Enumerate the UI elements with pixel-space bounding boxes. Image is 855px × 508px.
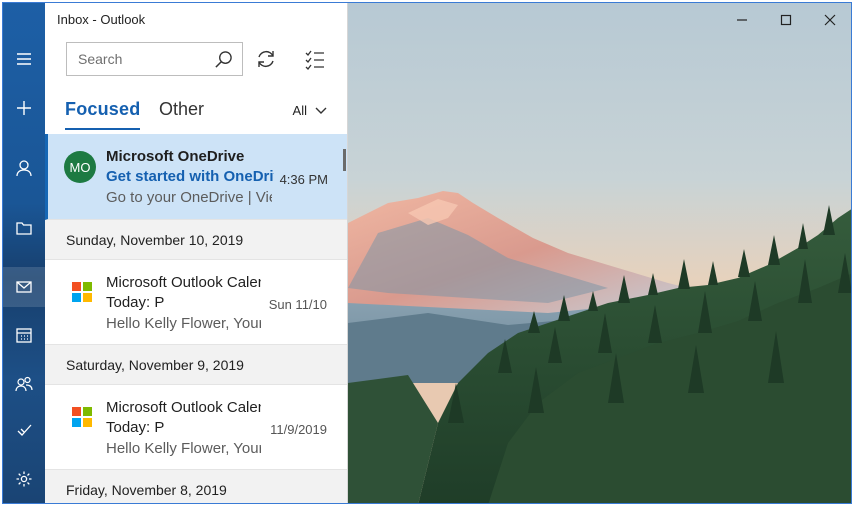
message-time: 4:36 PM bbox=[279, 172, 328, 187]
message-sender: Microsoft Outlook Calendar bbox=[106, 274, 261, 291]
filter-dropdown[interactable]: All bbox=[293, 103, 327, 118]
menu-icon bbox=[17, 53, 31, 65]
new-mail-button[interactable] bbox=[3, 88, 45, 128]
list-item[interactable]: MO Microsoft OneDrive Get started with O… bbox=[45, 134, 347, 220]
tab-focused[interactable]: Focused bbox=[65, 99, 141, 130]
search-icon[interactable] bbox=[214, 50, 233, 69]
message-preview: Go to your OneDrive | View online bbox=[106, 189, 272, 206]
select-mode-icon[interactable] bbox=[304, 48, 326, 70]
message-subject: Today: P bbox=[106, 294, 165, 311]
sync-icon[interactable] bbox=[255, 48, 277, 70]
navigation-rail bbox=[3, 3, 45, 503]
message-list-pane: Inbox - Outlook Focused Other All MO Mic… bbox=[45, 3, 348, 503]
microsoft-logo-icon bbox=[72, 407, 92, 427]
list-item[interactable]: Microsoft Outlook Calendar Today: P 11/9… bbox=[45, 385, 347, 470]
reading-pane bbox=[348, 3, 851, 503]
search-input[interactable] bbox=[67, 43, 207, 75]
people-icon bbox=[15, 376, 33, 392]
account-button[interactable] bbox=[3, 148, 45, 188]
date-group-header: Friday, November 8, 2019 bbox=[45, 470, 347, 503]
close-button[interactable] bbox=[815, 11, 845, 29]
mountain-landscape-image bbox=[348, 3, 851, 503]
search-box[interactable] bbox=[66, 42, 243, 76]
filter-label: All bbox=[292, 103, 307, 118]
date-group-header: Sunday, November 10, 2019 bbox=[45, 220, 347, 260]
maximize-button[interactable] bbox=[771, 11, 801, 29]
mail-icon bbox=[16, 281, 32, 293]
message-time: 11/9/2019 bbox=[270, 422, 327, 437]
avatar: MO bbox=[64, 151, 96, 183]
person-icon bbox=[16, 160, 32, 177]
close-icon bbox=[824, 14, 836, 26]
menu-button[interactable] bbox=[3, 39, 45, 79]
message-sender: Microsoft Outlook Calendar bbox=[106, 399, 261, 416]
plus-icon bbox=[17, 101, 31, 115]
chevron-down-icon bbox=[315, 107, 327, 114]
folders-button[interactable] bbox=[3, 208, 45, 248]
todo-button[interactable] bbox=[3, 410, 45, 450]
microsoft-logo-icon bbox=[72, 282, 92, 302]
outlook-window: Inbox - Outlook Focused Other All MO Mic… bbox=[2, 2, 852, 504]
message-preview: Hello Kelly Flower, Your bbox=[106, 440, 261, 457]
minimize-button[interactable] bbox=[727, 11, 757, 29]
maximize-icon bbox=[780, 14, 792, 26]
window-title: Inbox - Outlook bbox=[57, 12, 146, 27]
message-sender: Microsoft OneDrive bbox=[106, 148, 245, 165]
mail-button[interactable] bbox=[3, 267, 45, 307]
people-button[interactable] bbox=[3, 364, 45, 404]
message-time: Sun 11/10 bbox=[268, 297, 327, 312]
minimize-icon bbox=[737, 19, 747, 21]
folder-icon bbox=[16, 222, 32, 235]
list-item[interactable]: Microsoft Outlook Calendar Today: P Sun … bbox=[45, 260, 347, 345]
scrollbar-thumb[interactable] bbox=[343, 149, 346, 171]
calendar-button[interactable] bbox=[3, 315, 45, 355]
message-preview: Hello Kelly Flower, Your bbox=[106, 315, 261, 332]
tab-other[interactable]: Other bbox=[159, 99, 204, 128]
message-list: MO Microsoft OneDrive Get started with O… bbox=[45, 134, 347, 503]
checkmark-icon bbox=[17, 424, 32, 436]
calendar-icon bbox=[16, 328, 32, 343]
message-subject: Get started with OneDrive bbox=[106, 168, 274, 185]
gear-icon bbox=[16, 471, 32, 487]
settings-button[interactable] bbox=[3, 459, 45, 499]
message-subject: Today: P bbox=[106, 419, 165, 436]
date-group-header: Saturday, November 9, 2019 bbox=[45, 345, 347, 385]
